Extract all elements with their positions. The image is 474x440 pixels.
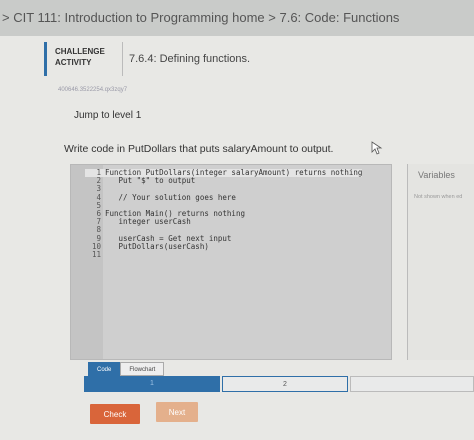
activity-type-label: CHALLENGE ACTIVITY — [44, 42, 122, 76]
line-number: 7 — [96, 217, 101, 227]
level-2-segment[interactable]: 2 — [222, 376, 348, 392]
line-number: 11 — [91, 250, 101, 260]
activity-id: 400646.3522254.qx3zqy7 — [58, 87, 128, 93]
code-line[interactable]: 4 // Your solution goes here — [85, 192, 362, 202]
line-number: 6 — [96, 209, 101, 219]
code-text[interactable]: Put "$" to output — [105, 176, 196, 185]
level-3-segment[interactable] — [350, 376, 474, 392]
editor-tabs: Code Flowchart — [88, 362, 165, 376]
code-editor[interactable]: 1 Function PutDollars(integer salaryAmoun… — [70, 164, 392, 360]
variables-panel: Variables Not shown when ed — [407, 164, 474, 360]
code-text[interactable]: // Your solution goes here — [105, 193, 236, 202]
line-number: 5 — [96, 200, 101, 210]
instruction-text: Write code in PutDollars that puts salar… — [64, 143, 334, 155]
code-text[interactable]: PutDollars(userCash) — [105, 242, 209, 251]
code-text[interactable]: integer userCash — [105, 218, 191, 226]
line-number: 2 — [96, 176, 101, 186]
activity-title: 7.6.4: Defining functions. — [122, 42, 250, 76]
tab-flowchart[interactable]: Flowchart — [120, 362, 165, 376]
activity-type-line1: CHALLENGE — [55, 47, 105, 56]
line-number: 8 — [96, 225, 101, 235]
code-line[interactable]: 11 — [85, 250, 362, 260]
level-progress-bar: 1 2 — [84, 376, 474, 392]
level-1-segment[interactable]: 1 — [84, 376, 220, 392]
check-button[interactable]: Check — [90, 404, 140, 424]
variables-note: Not shown when ed — [414, 194, 463, 200]
mouse-cursor-icon — [371, 141, 383, 155]
line-number: 3 — [96, 184, 101, 194]
next-button[interactable]: Next — [156, 402, 198, 422]
breadcrumb[interactable]: > CIT 111: Introduction to Programming h… — [0, 0, 474, 36]
jump-to-level-dropdown[interactable]: Jump to level 1 — [74, 110, 141, 121]
code-content[interactable]: 1 Function PutDollars(integer salaryAmoun… — [85, 168, 363, 260]
line-number: 4 — [96, 192, 101, 202]
code-line[interactable]: 2 Put "$" to output — [85, 176, 362, 186]
activity-type-line2: ACTIVITY — [55, 58, 92, 67]
tab-code[interactable]: Code — [88, 362, 121, 376]
line-number: 1 — [96, 168, 101, 177]
code-line[interactable]: 10 PutDollars(userCash) — [85, 242, 362, 251]
variables-title: Variables — [418, 170, 455, 180]
code-line[interactable]: 7 integer userCash — [85, 218, 362, 226]
